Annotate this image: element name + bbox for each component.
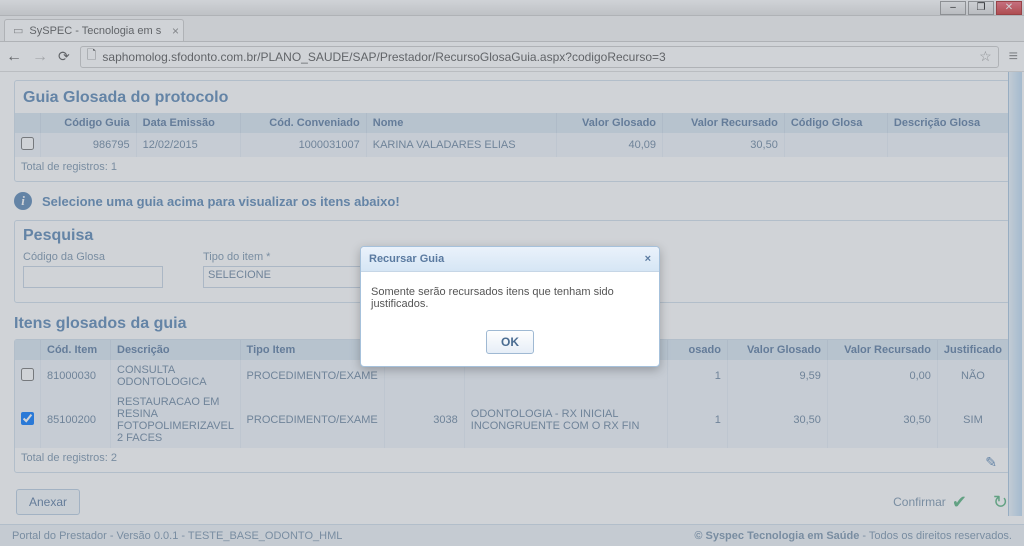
dialog-close-icon[interactable]: × [645,253,651,265]
dialog-titlebar: Recursar Guia × [361,247,659,272]
dialog-ok-button[interactable]: OK [486,330,534,354]
dialog-recursar-guia: Recursar Guia × Somente serão recursados… [360,246,660,367]
dialog-title: Recursar Guia [369,253,444,265]
dialog-body: Somente serão recursados itens que tenha… [361,272,659,324]
